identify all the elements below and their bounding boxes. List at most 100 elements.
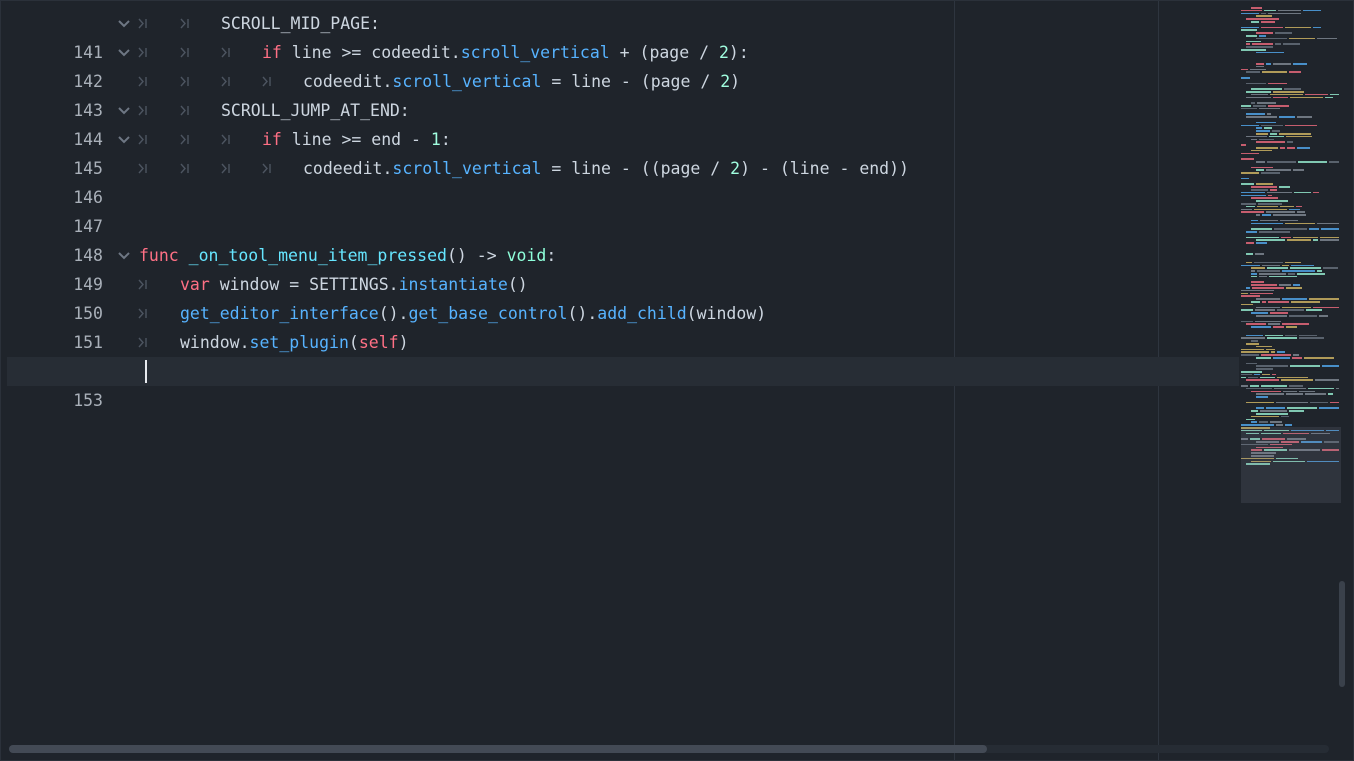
tab-indicator-icon <box>137 270 151 299</box>
minimap-line <box>1241 105 1251 107</box>
code-line[interactable]: 151 get_editor_interface().get_base_cont… <box>7 299 1239 352</box>
minimap-line <box>1254 261 1283 264</box>
minimap-line <box>1285 261 1301 264</box>
minimap-line <box>1270 421 1282 423</box>
tab-indicator-icon <box>261 154 275 183</box>
minimap-line <box>1251 275 1257 278</box>
minimap-line <box>1241 303 1253 306</box>
code-line[interactable]: 146 codeedit.scroll_vertical = line - ((… <box>7 154 1239 207</box>
minimap-line <box>1241 172 1259 174</box>
minimap-line <box>1246 418 1255 421</box>
minimap-line <box>1251 7 1262 9</box>
minimap-viewport[interactable] <box>1241 427 1341 503</box>
minimap-line <box>1291 301 1320 303</box>
minimap-line <box>1246 231 1257 233</box>
minimap-line <box>1315 379 1339 381</box>
code-line[interactable]: 148 <box>7 212 1239 265</box>
minimap-line <box>1251 270 1255 272</box>
minimap-line <box>1251 228 1272 230</box>
vertical-scrollbar-thumb[interactable] <box>1339 581 1345 687</box>
minimap-line <box>1277 376 1308 379</box>
minimap[interactable] <box>1241 5 1341 505</box>
minimap-line <box>1246 96 1271 99</box>
minimap-line <box>1273 91 1304 93</box>
minimap-line <box>1241 424 1274 426</box>
minimap-line <box>1299 390 1315 393</box>
tab-indicator-icon <box>261 67 275 96</box>
minimap-line <box>1267 191 1292 194</box>
code-line[interactable]: 143 codeedit.scroll_vertical = line - (p… <box>7 67 1239 120</box>
minimap-line <box>1268 82 1287 85</box>
minimap-line <box>1241 158 1254 160</box>
minimap-line <box>1306 309 1322 311</box>
code-line[interactable]: 141 SCROLL_MID_PAGE: <box>7 9 1239 62</box>
minimap-line <box>1329 161 1339 163</box>
minimap-line <box>1279 284 1291 286</box>
code-line[interactable]: 147 <box>7 183 1239 236</box>
code-line[interactable]: 142 if line >= codeedit.scroll_vertical … <box>7 38 1239 91</box>
horizontal-scrollbar-thumb[interactable] <box>9 745 987 753</box>
minimap-line <box>1297 273 1325 275</box>
minimap-line <box>1241 9 1262 12</box>
minimap-line <box>1251 390 1281 393</box>
minimap-line <box>1264 127 1272 129</box>
minimap-line <box>1303 9 1321 12</box>
minimap-line <box>1256 357 1271 359</box>
code-text: SCROLL_MID_PAGE: <box>221 14 380 33</box>
code-line-current[interactable]: 153 <box>7 357 1239 410</box>
minimap-line <box>1287 141 1293 143</box>
minimap-line <box>1256 130 1270 132</box>
minimap-line <box>1279 133 1311 135</box>
tab-indicator-icon <box>179 125 193 154</box>
minimap-line <box>1250 292 1273 295</box>
minimap-line <box>1282 306 1311 309</box>
minimap-line <box>1251 273 1257 275</box>
code-text: window.set_plugin(self) <box>180 333 409 352</box>
minimap-line <box>1250 385 1259 387</box>
minimap-line <box>1308 387 1334 390</box>
minimap-line <box>1241 354 1259 356</box>
minimap-line <box>1256 121 1276 124</box>
minimap-line <box>1246 40 1261 43</box>
minimap-line <box>1246 91 1271 93</box>
minimap-line <box>1258 203 1282 205</box>
code-line[interactable]: 149 func _on_tool_menu_item_pressed() ->… <box>7 241 1239 294</box>
minimap-line <box>1259 273 1286 275</box>
minimap-line <box>1268 194 1272 197</box>
minimap-line <box>1289 385 1303 387</box>
code-line[interactable]: 152 window.set_plugin(self) <box>7 328 1239 381</box>
minimap-line <box>1289 71 1301 73</box>
minimap-line <box>1328 393 1333 395</box>
minimap-line <box>1256 169 1264 171</box>
minimap-line <box>1282 264 1289 267</box>
minimap-line <box>1256 65 1264 68</box>
minimap-line <box>1259 107 1280 110</box>
minimap-line <box>1246 379 1279 381</box>
minimap-line <box>1256 315 1287 317</box>
minimap-line <box>1259 138 1274 141</box>
tab-indicator-icon <box>220 125 234 154</box>
code-lines[interactable]: 141 SCROLL_MID_PAGE: 142 if line >= code… <box>7 9 1239 410</box>
minimap-line <box>1269 275 1297 278</box>
minimap-line <box>1241 211 1264 213</box>
minimap-line <box>1251 149 1272 152</box>
code-editor[interactable]: 141 SCROLL_MID_PAGE: 142 if line >= code… <box>0 0 1354 761</box>
minimap-line <box>1293 284 1300 286</box>
minimap-line <box>1313 191 1319 194</box>
code-line[interactable]: 144 SCROLL_JUMP_AT_END: <box>7 96 1239 149</box>
minimap-line <box>1268 301 1289 303</box>
minimap-line <box>1241 152 1259 155</box>
minimap-line <box>1241 12 1259 15</box>
code-line[interactable]: 145 if line >= end - 1: <box>7 125 1239 178</box>
minimap-line <box>1256 345 1272 348</box>
minimap-line <box>1281 415 1289 418</box>
minimap-line <box>1268 323 1280 325</box>
minimap-line <box>1246 261 1252 264</box>
minimap-line <box>1256 306 1280 309</box>
code-line[interactable]: 150 var window = SETTINGS.instantiate() <box>7 270 1239 323</box>
minimap-line <box>1241 183 1254 185</box>
minimap-line <box>1266 63 1271 65</box>
minimap-line <box>1266 407 1285 409</box>
minimap-line <box>1270 312 1288 314</box>
minimap-line <box>1241 29 1257 31</box>
